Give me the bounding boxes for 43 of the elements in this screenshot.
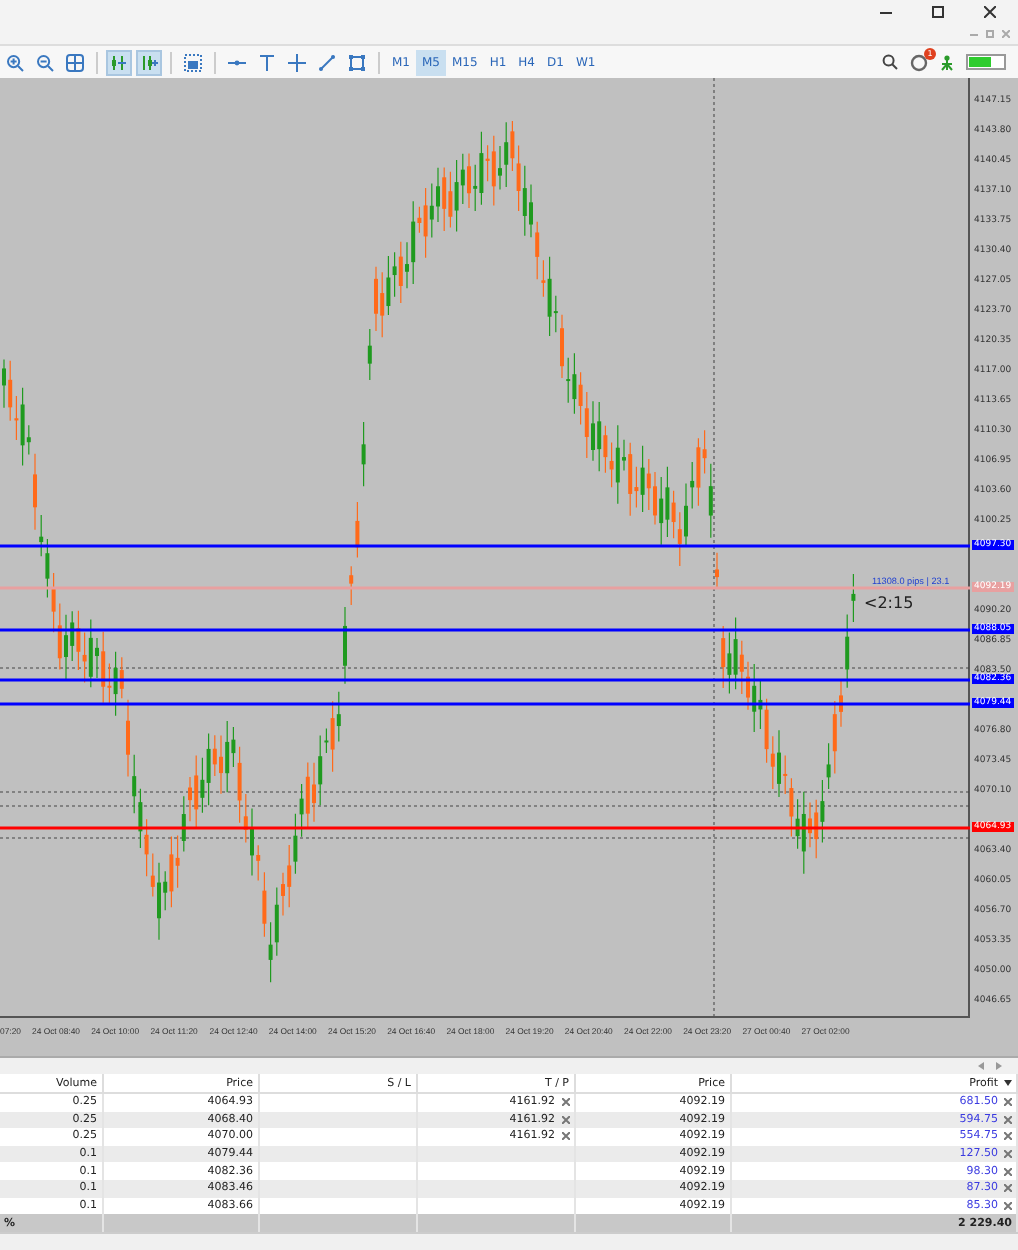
chat-icon[interactable] <box>910 53 928 71</box>
crosshair-button[interactable] <box>284 49 310 75</box>
minimize-icon <box>880 11 892 13</box>
zoom-in-icon <box>6 53 24 71</box>
trend-line-icon <box>318 53 336 71</box>
maximize-button[interactable] <box>926 2 950 22</box>
text-button[interactable] <box>254 49 280 75</box>
remove-icon[interactable] <box>561 1098 569 1107</box>
camera-icon <box>184 53 202 71</box>
scroll-left-icon[interactable] <box>978 1062 984 1070</box>
close-icon[interactable] <box>1004 1150 1012 1159</box>
remove-icon[interactable] <box>561 1132 569 1141</box>
close-icon[interactable] <box>1004 1115 1012 1124</box>
zoom-out-button[interactable] <box>32 49 58 75</box>
rectangle-icon <box>348 53 366 71</box>
autoscroll-button[interactable] <box>136 49 162 75</box>
signal-icon <box>940 53 954 71</box>
trend-line-button[interactable] <box>314 49 340 75</box>
close-icon[interactable] <box>1004 1132 1012 1141</box>
remove-icon[interactable] <box>561 1115 569 1124</box>
close-icon[interactable] <box>1004 1167 1012 1176</box>
bar-countdown: <2:15 <box>864 594 914 612</box>
text-tool-icon <box>258 53 276 71</box>
screenshot-button[interactable] <box>180 49 206 75</box>
grid-button[interactable] <box>62 49 88 75</box>
maximize-icon <box>932 6 944 18</box>
zoom-in-button[interactable] <box>2 49 28 75</box>
close-button[interactable] <box>978 2 1002 22</box>
close-icon <box>984 6 996 18</box>
autoscroll-icon <box>140 53 158 71</box>
chart-shift-button[interactable] <box>106 49 132 75</box>
grid-icon <box>66 53 84 71</box>
crosshair-icon <box>288 53 306 71</box>
close-icon[interactable] <box>1004 1184 1012 1193</box>
search-icon[interactable] <box>882 54 898 70</box>
close-icon[interactable] <box>1004 1201 1012 1210</box>
scroll-right-icon[interactable] <box>996 1062 1002 1070</box>
chart-shift-icon <box>110 53 128 71</box>
sort-icon <box>1004 1080 1012 1086</box>
battery-icon <box>966 54 1006 70</box>
rectangle-button[interactable] <box>344 49 370 75</box>
close-icon[interactable] <box>1004 1098 1012 1107</box>
zoom-out-icon <box>36 53 54 71</box>
